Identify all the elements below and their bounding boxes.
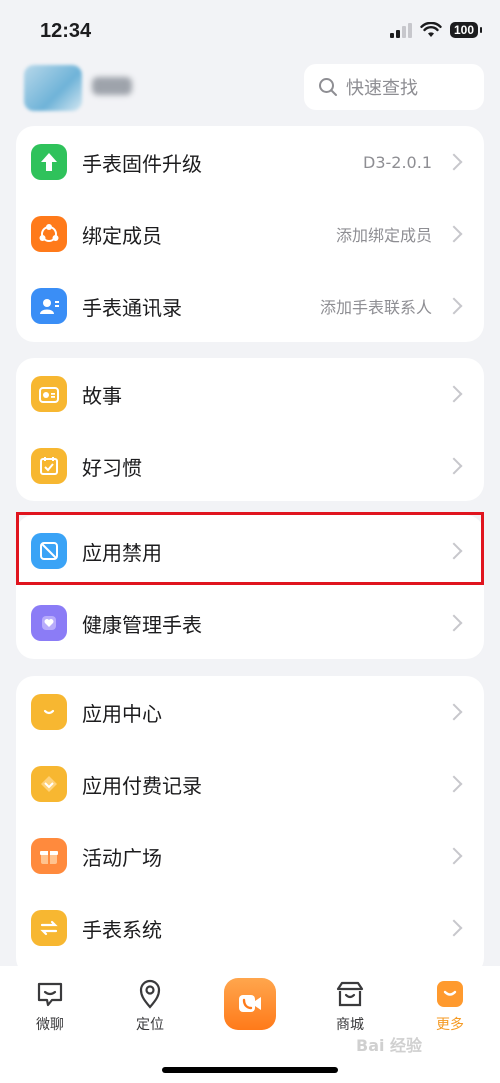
row-firmware-upgrade[interactable]: 手表固件升级 D3-2.0.1 <box>16 126 484 198</box>
row-activity-square[interactable]: 活动广场 <box>16 820 484 892</box>
tab-store[interactable]: 商城 <box>310 978 390 1034</box>
battery-icon: 100 <box>449 22 483 38</box>
row-value: 添加手表联系人 <box>319 298 432 317</box>
row-payment-records[interactable]: 应用付费记录 <box>16 748 484 820</box>
settings-card-content: 故事 好习惯 <box>16 358 484 501</box>
row-label: 应用付费记录 <box>82 773 202 798</box>
chevron-right-icon <box>445 775 463 793</box>
radio-icon <box>31 376 67 412</box>
tab-chat[interactable]: 微聊 <box>10 978 90 1034</box>
settings-card-device: 手表固件升级 D3-2.0.1 绑定成员 添加绑定成员 手表通讯录 添加手表联系… <box>16 126 484 342</box>
row-value: 添加绑定成员 <box>335 226 432 245</box>
row-label: 应用中心 <box>82 701 162 726</box>
row-health-watch[interactable]: 健康管理手表 <box>16 587 484 659</box>
tab-label: 商城 <box>336 1017 364 1033</box>
tab-label: 定位 <box>136 1017 164 1033</box>
status-time: 12:34 <box>40 20 92 42</box>
tab-more[interactable]: 更多 <box>410 978 490 1034</box>
heart-watch-icon <box>31 605 67 641</box>
arrow-up-icon <box>31 144 67 180</box>
chevron-right-icon <box>445 847 463 865</box>
row-stories[interactable]: 故事 <box>16 358 484 430</box>
status-icons: 100 <box>389 22 483 38</box>
username-blurred <box>92 77 132 95</box>
phone-video-icon <box>239 995 261 1012</box>
row-watch-system[interactable]: 手表系统 <box>16 892 484 964</box>
tab-label: 更多 <box>436 1017 464 1033</box>
row-label: 手表通讯录 <box>82 295 182 320</box>
more-bag-icon <box>437 981 463 1007</box>
chevron-right-icon <box>445 153 463 171</box>
members-icon <box>31 216 67 252</box>
firmware-version: D3-2.0.1 <box>363 152 432 172</box>
row-label: 故事 <box>82 383 122 408</box>
swap-icon <box>31 910 67 946</box>
search-box[interactable]: 快速查找 <box>304 64 484 110</box>
chevron-right-icon <box>445 457 463 475</box>
avatar[interactable] <box>24 65 82 111</box>
home-indicator <box>162 1067 338 1073</box>
chat-icon <box>37 982 63 1007</box>
chevron-right-icon <box>445 297 463 315</box>
row-label: 手表固件升级 <box>82 151 202 176</box>
signal-icon <box>389 22 412 38</box>
chevron-right-icon <box>445 385 463 403</box>
row-bind-members[interactable]: 绑定成员 添加绑定成员 <box>16 198 484 270</box>
row-good-habits[interactable]: 好习惯 <box>16 430 484 502</box>
row-app-center[interactable]: 应用中心 <box>16 676 484 748</box>
bottom-tab-bar: 微聊 定位 商城 更多 <box>0 966 500 1083</box>
shopping-bag-icon <box>31 694 67 730</box>
chevron-right-icon <box>445 225 463 243</box>
tab-location[interactable]: 定位 <box>110 978 190 1034</box>
highlight-box <box>16 512 484 585</box>
settings-card-store: 应用中心 应用付费记录 活动广场 手表系统 <box>16 676 484 976</box>
tab-label: 微聊 <box>36 1017 64 1033</box>
search-placeholder: 快速查找 <box>346 78 418 99</box>
gift-icon <box>31 838 67 874</box>
payment-icon <box>31 766 67 802</box>
video-call-button[interactable] <box>224 978 276 1030</box>
location-pin-icon <box>139 979 161 1009</box>
search-icon <box>319 78 337 96</box>
row-label: 绑定成员 <box>82 223 162 248</box>
row-label: 活动广场 <box>82 845 162 870</box>
chevron-right-icon <box>445 919 463 937</box>
profile-header: 快速查找 <box>0 60 500 120</box>
status-bar: 12:34 100 <box>0 0 500 60</box>
store-icon <box>336 981 364 1007</box>
chevron-right-icon <box>445 703 463 721</box>
row-label: 手表系统 <box>82 917 162 942</box>
contact-card-icon <box>31 288 67 324</box>
chevron-right-icon <box>445 614 463 632</box>
calendar-check-icon <box>31 448 67 484</box>
row-label: 健康管理手表 <box>82 612 202 637</box>
wifi-icon <box>420 22 442 37</box>
row-label: 好习惯 <box>82 455 142 480</box>
row-watch-contacts[interactable]: 手表通讯录 添加手表联系人 <box>16 270 484 342</box>
watermark: Bai 经验 <box>356 1036 423 1055</box>
